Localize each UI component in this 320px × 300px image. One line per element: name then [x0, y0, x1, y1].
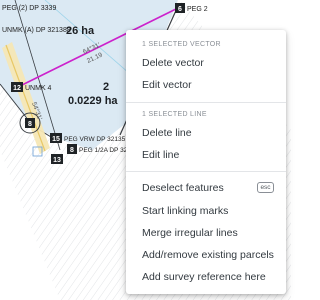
mark-badge[interactable]: 8 [25, 118, 35, 128]
selected-vector-header: 1 SELECTED VECTOR [142, 41, 221, 48]
peg-top-left-label: PEG (2) DP 3339 [2, 5, 56, 12]
svg-text:12: 12 [13, 85, 21, 92]
svg-text:PEG 1/2A DP 321: PEG 1/2A DP 321 [79, 147, 131, 154]
svg-text:6: 6 [178, 6, 182, 13]
delete-vector-item[interactable]: Delete vector [142, 55, 276, 71]
svg-text:UNMK 4: UNMK 4 [25, 85, 52, 92]
parcel-area-label: 0.0229 ha [68, 95, 118, 107]
edit-vector-item[interactable]: Edit vector [142, 77, 276, 93]
svg-text:15: 15 [52, 136, 60, 143]
svg-text:13: 13 [53, 157, 61, 164]
delete-line-item[interactable]: Delete line [142, 125, 276, 141]
top-area-label: 26 ha [66, 25, 95, 37]
svg-text:PEG 2: PEG 2 [187, 6, 208, 13]
selected-line-header: 1 SELECTED LINE [142, 111, 207, 118]
svg-text:8: 8 [70, 147, 74, 154]
deselect-features-item[interactable]: Deselect features esc [142, 180, 276, 196]
svg-text:8: 8 [28, 121, 32, 128]
start-linking-marks-item[interactable]: Start linking marks [142, 203, 276, 219]
svg-text:PEG VRW DP 32135: PEG VRW DP 32135 [64, 136, 126, 143]
menu-divider [126, 102, 286, 103]
context-menu: 1 SELECTED VECTOR Delete vector Edit vec… [126, 30, 286, 294]
merge-irregular-lines-item[interactable]: Merge irregular lines [142, 225, 276, 241]
esc-shortcut-badge: esc [257, 182, 274, 193]
add-remove-parcels-item[interactable]: Add/remove existing parcels [142, 247, 276, 263]
add-survey-reference-item[interactable]: Add survey reference here [142, 269, 276, 285]
unmk-top-left-label: UNMK (A) DP 321388 [2, 27, 71, 34]
menu-divider [126, 171, 286, 172]
parcel-number-label: 2 [103, 81, 109, 93]
deselect-features-label: Deselect features [142, 182, 224, 194]
edit-line-item[interactable]: Edit line [142, 147, 276, 163]
mark-badge[interactable]: 13 [51, 154, 63, 164]
